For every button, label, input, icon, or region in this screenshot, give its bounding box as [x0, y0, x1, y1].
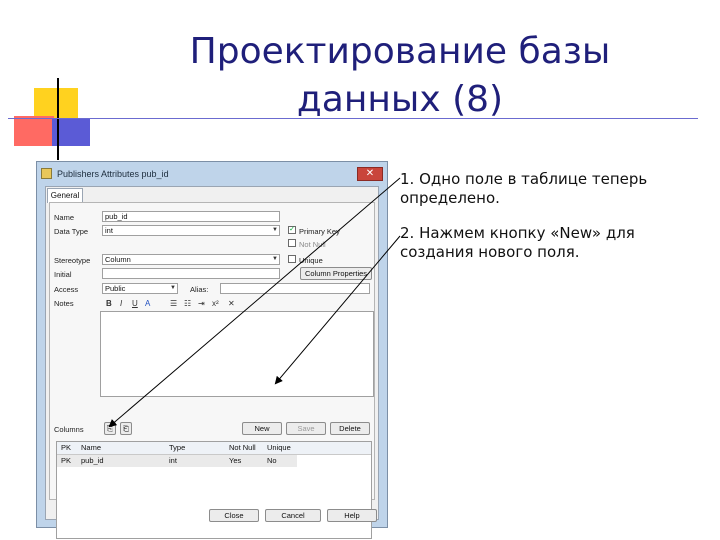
arrow-to-row — [108, 177, 401, 428]
callout-arrows — [108, 177, 401, 428]
arrow-to-new-button — [274, 235, 401, 385]
